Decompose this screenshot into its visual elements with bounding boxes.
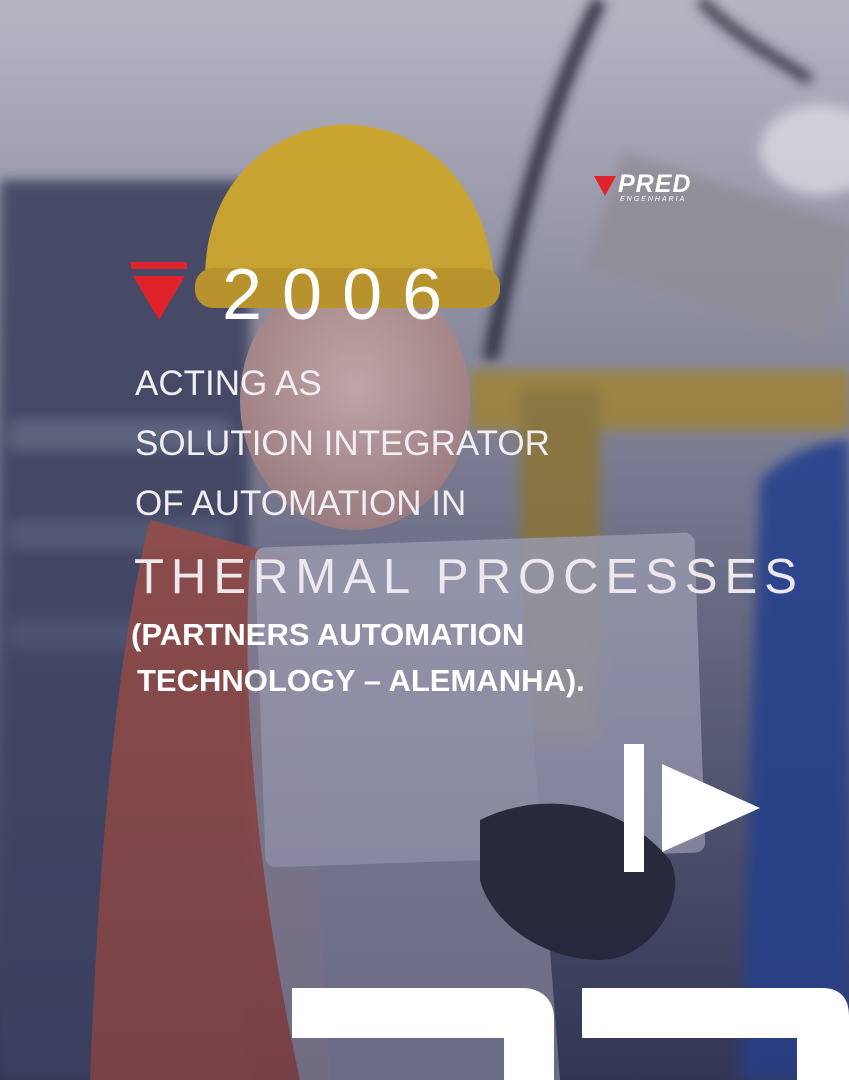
- play-next-icon[interactable]: [624, 744, 760, 872]
- headline-emphasis: THERMAL PROCESSES: [134, 550, 804, 604]
- brand-tagline: ENGENHARIA: [620, 196, 687, 203]
- headline-line-1: ACTING AS: [135, 364, 322, 403]
- pred-brand-mark-icon: [292, 988, 849, 1080]
- slide: PRED ENGENHARIA 2006 ACTING AS SOLUTION …: [0, 0, 849, 1080]
- brand-logo: PRED ENGENHARIA: [594, 170, 718, 204]
- color-overlay: [0, 0, 849, 1080]
- year-heading: 2006: [222, 255, 463, 335]
- red-triangle-icon: [131, 262, 187, 320]
- detail-line-2: TECHNOLOGY – ALEMANHA).: [137, 663, 585, 698]
- detail-line-1: (PARTNERS AUTOMATION: [131, 617, 525, 652]
- logo-triangle-icon: [594, 176, 616, 196]
- headline-line-2: SOLUTION INTEGRATOR: [135, 424, 550, 463]
- brand-name: PRED: [618, 170, 692, 198]
- headline-line-3: OF AUTOMATION IN: [135, 484, 467, 523]
